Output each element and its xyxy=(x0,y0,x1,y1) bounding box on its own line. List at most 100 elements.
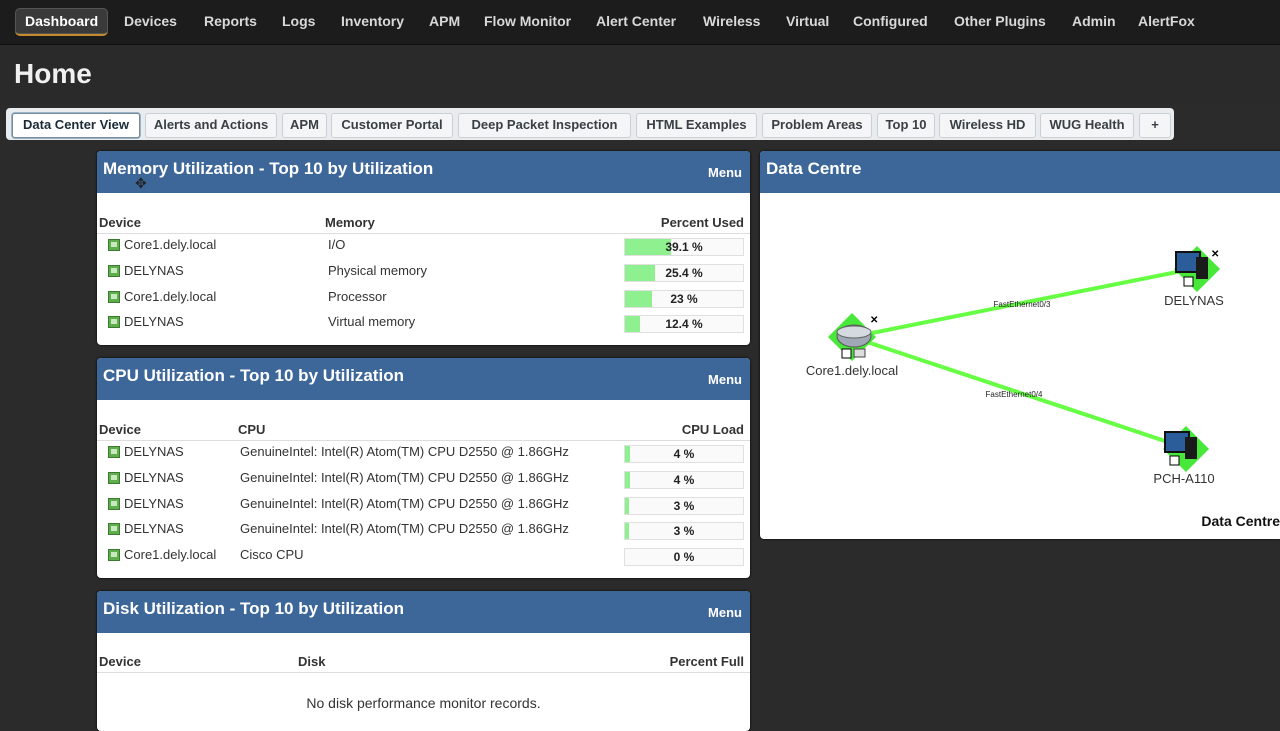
tab-wug-health[interactable]: WUG Health xyxy=(1040,113,1134,138)
column-header-device[interactable]: Device xyxy=(99,654,141,669)
router-icon[interactable]: ✕ xyxy=(828,313,878,361)
panel-header: Disk Utilization - Top 10 by Utilization… xyxy=(97,591,750,633)
tab-customer-portal[interactable]: Customer Portal xyxy=(331,113,453,138)
data-centre-map-panel: Data Centre FastEthernet0/3 FastEthernet… xyxy=(760,151,1280,539)
svg-text:✕: ✕ xyxy=(870,315,878,326)
tab-apm[interactable]: APM xyxy=(282,113,327,138)
svg-text:✕: ✕ xyxy=(1211,249,1219,260)
panel-menu-button[interactable]: Menu xyxy=(708,165,742,180)
column-header-cpu[interactable]: CPU xyxy=(238,422,265,437)
tab-html-examples[interactable]: HTML Examples xyxy=(636,113,757,138)
nav-apm[interactable]: APM xyxy=(429,8,460,34)
map-caption: Data Centre xyxy=(1201,513,1280,529)
workstation-icon[interactable] xyxy=(1163,426,1209,472)
device-name[interactable]: Core1.dely.local xyxy=(124,237,216,252)
table-row[interactable]: DELYNAS GenuineIntel: Intel(R) Atom(TM) C… xyxy=(97,441,750,465)
panel-title: CPU Utilization - Top 10 by Utilization xyxy=(103,366,404,385)
nav-inventory[interactable]: Inventory xyxy=(341,8,404,34)
nav-wireless[interactable]: Wireless xyxy=(703,8,760,34)
table-row[interactable]: DELYNAS Virtual memory 12.4 % xyxy=(97,311,750,335)
node-label-delynas[interactable]: DELYNAS xyxy=(1164,293,1224,308)
top-navigation: Dashboard Devices Reports Logs Inventory… xyxy=(0,0,1280,45)
panel-menu-button[interactable]: Menu xyxy=(708,605,742,620)
panel-header: CPU Utilization - Top 10 by Utilization … xyxy=(97,358,750,400)
usage-value: 3 % xyxy=(673,524,695,539)
usage-value: 4 % xyxy=(673,447,695,461)
table-row[interactable]: Core1.dely.local I/O 39.1 % xyxy=(97,234,750,258)
table-row[interactable]: Core1.dely.local Cisco CPU 0 % xyxy=(97,544,750,568)
device-name[interactable]: DELYNAS xyxy=(124,496,184,511)
device-icon xyxy=(108,290,120,303)
device-name[interactable]: Core1.dely.local xyxy=(124,547,216,562)
node-label-core[interactable]: Core1.dely.local xyxy=(806,363,898,378)
table-row[interactable]: DELYNAS GenuineIntel: Intel(R) Atom(TM) C… xyxy=(97,467,750,491)
device-name[interactable]: DELYNAS xyxy=(124,521,184,536)
table-row[interactable]: DELYNAS GenuineIntel: Intel(R) Atom(TM) C… xyxy=(97,518,750,542)
tab-data-center-view[interactable]: Data Center View xyxy=(12,113,140,138)
device-icon xyxy=(108,316,120,329)
add-tab-button[interactable]: + xyxy=(1139,113,1171,138)
nav-configured[interactable]: Configured xyxy=(853,8,928,34)
nav-alert-center[interactable]: Alert Center xyxy=(596,8,676,34)
device-name[interactable]: DELYNAS xyxy=(124,263,184,278)
nav-alertfox[interactable]: AlertFox xyxy=(1138,8,1195,34)
move-cursor-icon: ✥ xyxy=(135,175,147,191)
panel-title: Memory Utilization - Top 10 by Utilizati… xyxy=(103,159,434,178)
column-header-memory[interactable]: Memory xyxy=(325,215,375,230)
usage-bar: 39.1 % xyxy=(624,238,744,256)
metric-name: Processor xyxy=(328,288,387,304)
table-row[interactable]: DELYNAS GenuineIntel: Intel(R) Atom(TM) C… xyxy=(97,493,750,517)
nav-flow-monitor[interactable]: Flow Monitor xyxy=(484,8,571,34)
usage-bar: 25.4 % xyxy=(624,263,744,282)
device-name[interactable]: DELYNAS xyxy=(124,470,184,485)
panel-header: Memory Utilization - Top 10 by Utilizati… xyxy=(97,151,750,193)
device-icon xyxy=(108,446,120,458)
metric-name: I/O xyxy=(328,237,346,252)
cpu-utilization-panel: CPU Utilization - Top 10 by Utilization … xyxy=(97,358,750,578)
table-row[interactable]: DELYNAS Physical memory 25.4 % xyxy=(97,260,750,284)
metric-name: Virtual memory xyxy=(328,314,416,330)
tab-problem-areas[interactable]: Problem Areas xyxy=(762,113,872,138)
tab-wireless-hd[interactable]: Wireless HD xyxy=(939,113,1036,138)
metric-name: Physical memory xyxy=(328,262,427,278)
usage-bar: 3 % xyxy=(624,522,744,541)
usage-bar: 0 % xyxy=(624,548,744,567)
column-header-disk[interactable]: Disk xyxy=(298,654,325,669)
device-icon xyxy=(108,523,120,536)
column-header-device[interactable]: Device xyxy=(99,422,141,437)
nav-devices[interactable]: Devices xyxy=(124,8,177,34)
usage-value: 39.1 % xyxy=(665,240,703,254)
metric-name: GenuineIntel: Intel(R) Atom(TM) CPU D255… xyxy=(240,469,569,485)
metric-name: GenuineIntel: Intel(R) Atom(TM) CPU D255… xyxy=(240,521,569,537)
usage-bar: 4 % xyxy=(624,445,744,463)
column-header-device[interactable]: Device xyxy=(99,215,141,230)
device-name[interactable]: DELYNAS xyxy=(124,314,184,329)
usage-value: 25.4 % xyxy=(665,265,703,280)
nav-reports[interactable]: Reports xyxy=(204,8,257,34)
nav-logs[interactable]: Logs xyxy=(282,8,315,34)
workstation-icon[interactable]: ✕ xyxy=(1174,246,1220,292)
network-map: FastEthernet0/3 FastEthernet0/4 ✕ Core1.… xyxy=(806,246,1280,529)
table-row[interactable]: Core1.dely.local Processor 23 % xyxy=(97,286,750,310)
usage-bar: 23 % xyxy=(624,289,744,308)
device-name[interactable]: DELYNAS xyxy=(124,444,184,459)
link-label: FastEthernet0/3 xyxy=(994,300,1051,309)
usage-bar: 12.4 % xyxy=(624,315,744,334)
nav-other-plugins[interactable]: Other Plugins xyxy=(954,8,1046,34)
usage-value: 12.4 % xyxy=(665,317,703,332)
node-label-pch[interactable]: PCH-A110 xyxy=(1153,471,1214,486)
disk-utilization-panel: Disk Utilization - Top 10 by Utilization… xyxy=(97,591,750,731)
column-header-cpu-load[interactable]: CPU Load xyxy=(682,422,744,437)
metric-name: Cisco CPU xyxy=(240,547,304,563)
panel-menu-button[interactable]: Menu xyxy=(708,372,742,387)
column-header-percent-full[interactable]: Percent Full xyxy=(670,654,744,669)
nav-virtual[interactable]: Virtual xyxy=(786,8,829,34)
nav-dashboard[interactable]: Dashboard xyxy=(15,8,109,36)
header-divider xyxy=(97,672,750,673)
tab-deep-packet-inspection[interactable]: Deep Packet Inspection xyxy=(458,113,631,138)
column-header-percent-used[interactable]: Percent Used xyxy=(661,215,744,230)
tab-alerts-and-actions[interactable]: Alerts and Actions xyxy=(145,113,277,138)
nav-admin[interactable]: Admin xyxy=(1072,8,1116,34)
device-name[interactable]: Core1.dely.local xyxy=(124,289,216,304)
tab-top-10[interactable]: Top 10 xyxy=(877,113,935,138)
